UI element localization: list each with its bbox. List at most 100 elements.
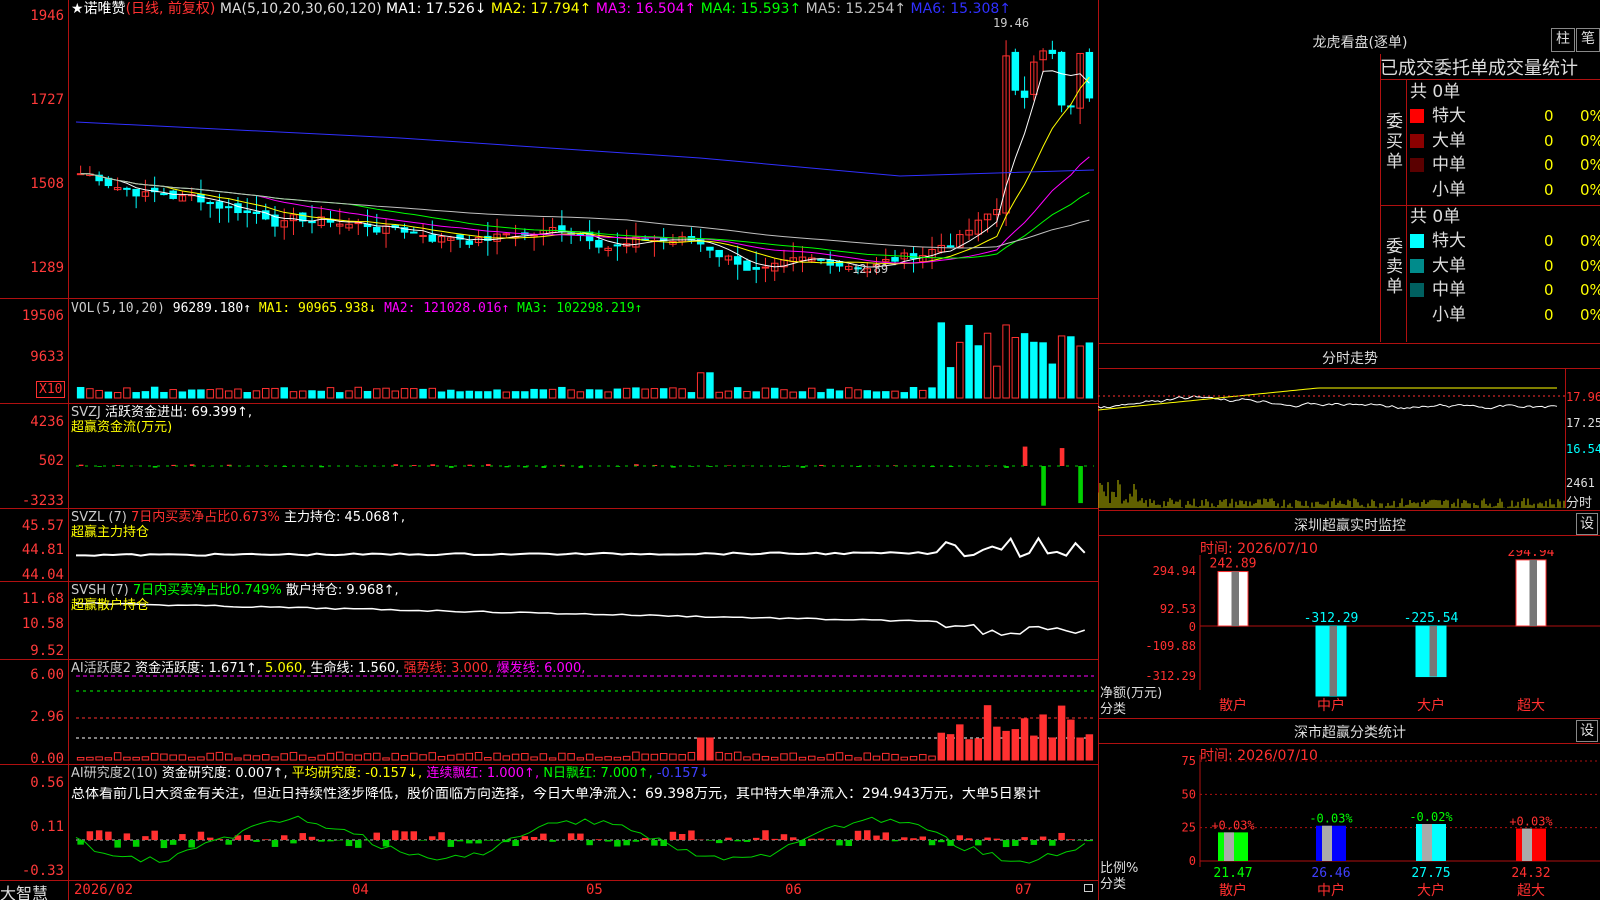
buy-row: 中单 0 0% bbox=[1410, 153, 1600, 177]
ai2-bar bbox=[401, 831, 408, 840]
cls-settings-button[interactable]: 设 bbox=[1576, 720, 1598, 742]
volume-bar bbox=[937, 322, 946, 399]
ai2-bar bbox=[318, 840, 325, 842]
svzl-header: SVZL (7) 7日内买卖净占比0.673% 主力持仓: 45.068↑, bbox=[71, 511, 405, 525]
volume-bar bbox=[113, 392, 122, 399]
ai2-bar bbox=[475, 840, 482, 844]
ai2-bar bbox=[179, 834, 186, 840]
ai2-bar bbox=[373, 832, 381, 840]
intraday-axis-label: 16.54 bbox=[1566, 442, 1600, 456]
ai1-bar bbox=[317, 754, 325, 761]
volume-bar bbox=[632, 387, 640, 399]
period-label[interactable]: (日线, 前复权) bbox=[126, 1, 216, 17]
svzl-line bbox=[75, 536, 1086, 558]
ai2-bar bbox=[928, 840, 936, 846]
volume-bar bbox=[345, 390, 353, 399]
ai1-bar bbox=[76, 757, 85, 761]
svsh-sub: 超赢散户持仓 bbox=[71, 598, 150, 613]
main-axis-label: 1508 bbox=[30, 176, 64, 192]
ai2-bar bbox=[919, 836, 927, 840]
ai1-bar bbox=[197, 756, 205, 761]
stat-title: 已成交委托单成交量统计 bbox=[1380, 58, 1578, 79]
favorite-star-icon[interactable]: ★ bbox=[71, 1, 84, 17]
ai2-bar bbox=[549, 840, 556, 842]
ai2-bar bbox=[299, 833, 306, 840]
cls-change-label: +0.03% bbox=[1509, 815, 1553, 829]
candle-body bbox=[465, 240, 474, 245]
ai1-bar bbox=[1048, 737, 1057, 761]
sell-total: 共 0单 bbox=[1410, 207, 1461, 227]
ai1-bar bbox=[1030, 735, 1038, 761]
candle-body bbox=[946, 245, 955, 248]
svzj-axis-label: 502 bbox=[38, 453, 64, 469]
ai2-bar bbox=[651, 840, 658, 846]
buy-row: 小单 0 0% bbox=[1410, 178, 1600, 202]
ai1-bar bbox=[123, 756, 131, 761]
color-swatch bbox=[1410, 182, 1424, 197]
intraday-price-line bbox=[1098, 395, 1558, 410]
cls-bar-chart[interactable]: 75 50 25 0 +0.03% 21.47散户 -0.03% 26.46中户 -0.02% 2… bbox=[1098, 755, 1600, 900]
ai1-bar bbox=[752, 753, 760, 761]
ai1-bar bbox=[863, 752, 872, 761]
volume-bar bbox=[863, 390, 872, 399]
volume-bar bbox=[160, 391, 168, 399]
tick-view-button[interactable]: 笔 bbox=[1576, 28, 1600, 52]
ai2-bar bbox=[623, 840, 630, 846]
svzl-hold: 主力持仓: 45.068↑, bbox=[283, 510, 405, 525]
cls-title-divider bbox=[1098, 743, 1600, 744]
volume-bar bbox=[141, 391, 150, 399]
ma5-line bbox=[80, 70, 1090, 268]
lock-icon[interactable] bbox=[1084, 884, 1093, 892]
ai2-bar bbox=[280, 835, 288, 840]
ai1-bar bbox=[798, 756, 807, 761]
ai1-axis-label: 2.96 bbox=[30, 709, 64, 725]
sz-category-label: 中户 bbox=[1317, 697, 1345, 714]
ai1-bar bbox=[548, 757, 557, 761]
sz-axis-label: 0 bbox=[1189, 620, 1196, 634]
ai2-bar bbox=[743, 840, 751, 842]
volume-bar bbox=[650, 388, 659, 399]
ai2-bar bbox=[86, 831, 94, 840]
ai1-bar bbox=[363, 753, 372, 761]
ai1-bar bbox=[1039, 714, 1047, 761]
sz-settings-button[interactable]: 设 bbox=[1576, 513, 1598, 535]
intraday-axis-label: 17.96 bbox=[1566, 390, 1600, 404]
volume-bar bbox=[326, 387, 335, 399]
ai1-bar bbox=[474, 751, 483, 761]
bar-view-button[interactable]: 柱 bbox=[1551, 28, 1575, 52]
ai2-bar bbox=[891, 840, 899, 842]
ai1-bar bbox=[974, 738, 983, 761]
candle-body bbox=[613, 244, 622, 247]
ma-values: MA1: 17.526↓ MA2: 17.794↑ MA3: 16.504↑ M… bbox=[386, 1, 1011, 17]
ai1-bar bbox=[826, 753, 834, 761]
ai1-bar bbox=[946, 734, 955, 761]
svzj-bar bbox=[411, 465, 417, 466]
ai1-bar bbox=[928, 755, 936, 761]
buy-row: 特大 0 0% bbox=[1410, 104, 1600, 128]
svsh-hold: 散户持仓: 9.968↑, bbox=[285, 583, 399, 598]
volume-bar bbox=[900, 392, 909, 399]
kline-charts[interactable] bbox=[0, 0, 1098, 900]
sz-bar-shade bbox=[1231, 571, 1239, 626]
color-swatch bbox=[1410, 283, 1424, 297]
ai2-bar bbox=[1030, 840, 1038, 845]
volume-bar bbox=[234, 388, 242, 399]
ai2-bar bbox=[105, 831, 112, 840]
buy-side-label: 委买单 bbox=[1386, 112, 1403, 172]
ai1-bar bbox=[419, 754, 427, 761]
candle-body bbox=[817, 258, 825, 261]
ai1-bar bbox=[965, 739, 973, 761]
candle-body bbox=[1011, 51, 1020, 91]
volume-bar bbox=[484, 391, 492, 399]
ai1-bar bbox=[224, 753, 233, 761]
volume-bar bbox=[169, 389, 177, 399]
sz-category-label: 超大 bbox=[1517, 698, 1545, 714]
ai2-summary: 总体看前几日大资金有关注，但近日持续性逐步降低，股价面临方向选择，今日大单净流入… bbox=[71, 787, 1041, 801]
intraday-chart[interactable] bbox=[1098, 368, 1565, 508]
sell-row-name: 小单 bbox=[1432, 304, 1466, 325]
sz-bar-chart[interactable]: 294.94 92.53 0 -109.88 -312.29 242.89 散户 -312.2… bbox=[1098, 550, 1600, 715]
ai2-d: N日飘红: 7.000↑, bbox=[543, 766, 653, 781]
ai2-bar bbox=[771, 838, 778, 840]
ai2-bar bbox=[290, 840, 297, 844]
volume-bar bbox=[206, 389, 214, 399]
